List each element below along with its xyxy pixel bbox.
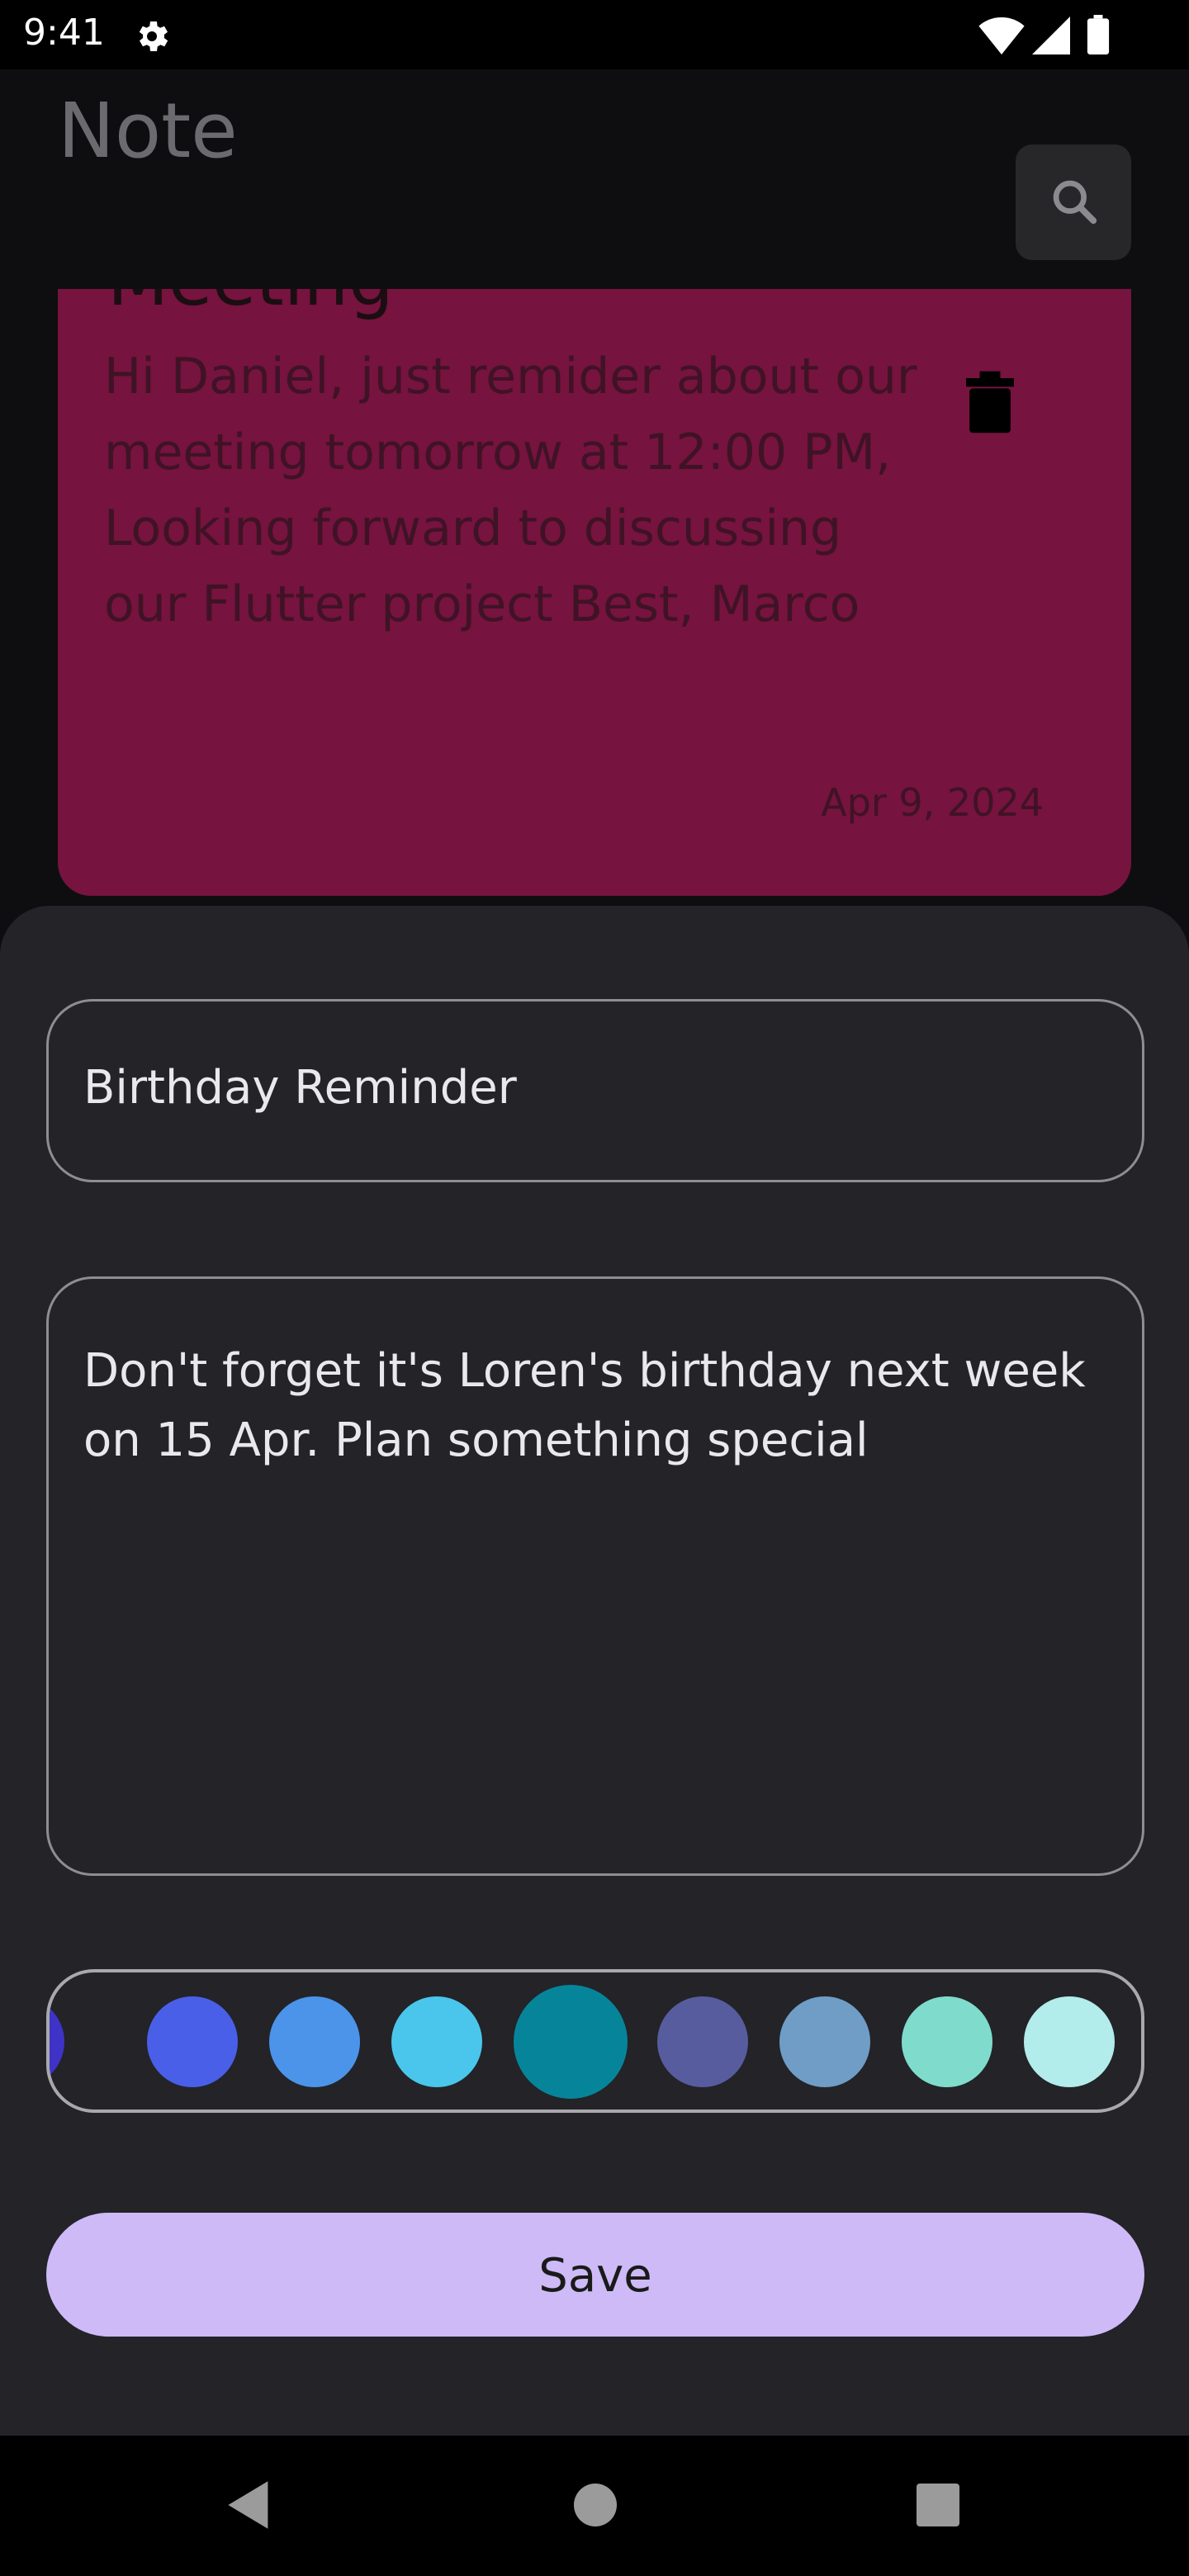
note-card[interactable]: Meeting Hi Daniel, just remider about ou…: [58, 289, 1131, 896]
save-button[interactable]: Save: [46, 2213, 1144, 2337]
delete-trash-icon[interactable]: [966, 370, 1014, 434]
color-swatch[interactable]: [391, 1996, 482, 2087]
settings-gear-icon: [139, 21, 168, 51]
system-nav-bar: [0, 2436, 1189, 2576]
note-date: Apr 9, 2024: [821, 780, 1044, 825]
note-body: Hi Daniel, just remider about our meetin…: [104, 348, 917, 633]
note-title: Meeting: [107, 289, 394, 322]
content-textarea[interactable]: Don't forget it's Loren's birthday next …: [46, 1276, 1144, 1876]
status-bar: 9:41: [0, 0, 1189, 69]
back-icon[interactable]: [223, 2479, 276, 2531]
color-swatch[interactable]: [50, 1996, 64, 2087]
wifi-icon: [978, 17, 1025, 54]
title-input[interactable]: Birthday Reminder: [46, 999, 1144, 1182]
color-swatch[interactable]: [1024, 1996, 1115, 2087]
home-icon[interactable]: [574, 2484, 617, 2526]
content-textarea-value: Don't forget it's Loren's birthday next …: [83, 1344, 1086, 1467]
color-swatch[interactable]: [147, 1996, 238, 2087]
recents-icon[interactable]: [917, 2484, 959, 2526]
color-swatch[interactable]: [657, 1996, 748, 2087]
search-button[interactable]: [1016, 144, 1131, 260]
color-swatch[interactable]: [269, 1996, 360, 2087]
battery-icon: [1087, 15, 1110, 54]
title-input-value: Birthday Reminder: [83, 1061, 517, 1115]
color-swatch[interactable]: [902, 1996, 992, 2087]
save-button-label: Save: [538, 2249, 652, 2303]
color-swatch[interactable]: [779, 1996, 870, 2087]
color-picker[interactable]: [46, 1969, 1144, 2113]
page-title: Note: [58, 87, 238, 175]
cell-signal-icon: [1032, 17, 1070, 54]
color-swatch-selected[interactable]: [514, 1985, 628, 2099]
status-time: 9:41: [23, 12, 105, 54]
search-icon: [1053, 180, 1097, 225]
